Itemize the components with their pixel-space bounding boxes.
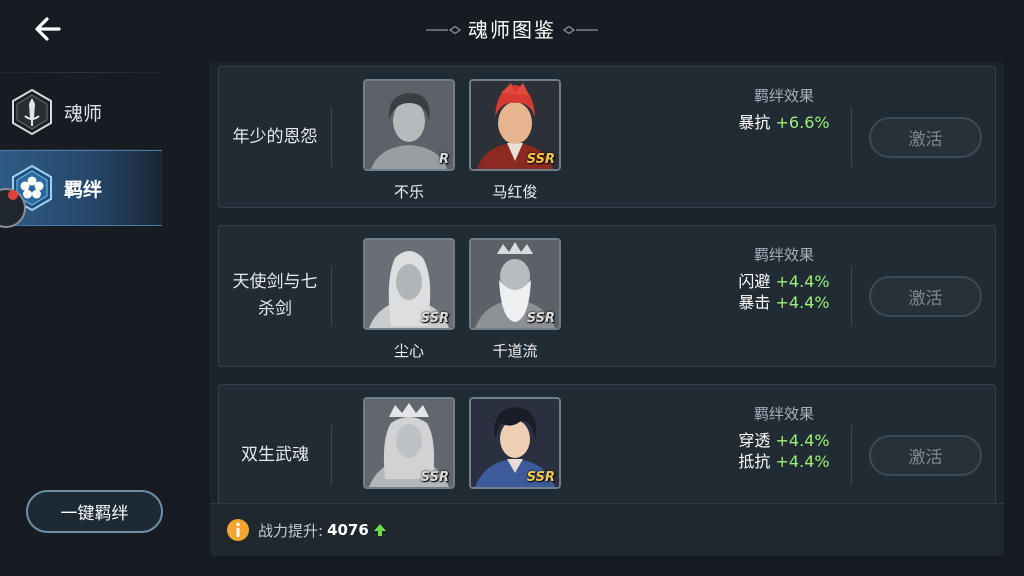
hero-name: 不乐 [393, 183, 424, 201]
effect-title: 羁绊效果 [753, 405, 814, 423]
effect-line: 暴击 +4.4% [719, 292, 849, 313]
activate-button[interactable]: 激活 [869, 435, 982, 476]
sidebar-item-label: 魂师 [64, 102, 103, 125]
effect-value: +4.4% [775, 293, 830, 312]
bond-effect: 羁绊效果 闪避 +4.4% 暴击 +4.4% [719, 244, 849, 313]
effect-line: 抵抗 +4.4% [719, 451, 849, 472]
effect-stat: 暴击 [738, 293, 771, 312]
bond-effect: 羁绊效果 穿透 +4.4% 抵抗 +4.4% [719, 403, 849, 472]
hero-card[interactable]: SSR [469, 397, 561, 489]
hero-portrait: R [363, 79, 455, 171]
notification-dot [8, 190, 18, 200]
sword-emblem-icon [12, 88, 52, 136]
info-icon[interactable] [226, 518, 250, 542]
hero-card[interactable]: R 不乐 [363, 79, 455, 202]
arrow-up-icon [373, 524, 386, 536]
effect-value: +4.4% [775, 272, 830, 291]
power-value: 4076 [327, 521, 369, 539]
effect-stat: 穿透 [738, 431, 771, 450]
hero-portrait: SSR [363, 397, 455, 489]
bond-effect: 羁绊效果 暴抗 +6.6% [719, 85, 849, 133]
effect-stat: 闪避 [738, 272, 771, 291]
effect-stat: 暴抗 [738, 113, 771, 132]
effect-value: +4.4% [775, 452, 830, 471]
rarity-badge: R [438, 152, 449, 167]
activate-button[interactable]: 激活 [869, 276, 982, 317]
rarity-badge: SSR [526, 311, 555, 326]
effect-line: 暴抗 +6.6% [719, 112, 849, 133]
bond-list-panel[interactable]: 年少的恩怨 R 不乐 SSR 马红俊 羁绊效果 暴抗 +6.6% 激活 天使剑与… [210, 62, 1004, 556]
effect-line: 穿透 +4.4% [719, 430, 849, 451]
effect-stat: 抵抗 [738, 452, 771, 471]
hero-card[interactable]: SSR 尘心 [363, 238, 455, 361]
power-increase-bar: 战力提升: 4076 [210, 503, 1004, 556]
bond-name: 年少的恩怨 [232, 126, 318, 147]
hero-portrait: SSR [469, 238, 561, 330]
effect-value: +4.4% [775, 431, 830, 450]
page-title: 魂师图鉴 [468, 18, 556, 42]
bond-card: 天使剑与七杀剑 SSR 尘心 SSR 千道流 羁绊效果 闪避 +4.4% 暴击 … [218, 225, 996, 367]
hero-name: 马红俊 [492, 183, 538, 201]
hero-card[interactable]: SSR 马红俊 [469, 79, 561, 202]
bond-name: 天使剑与七杀剑 [232, 272, 318, 319]
sidebar-item-label: 羁绊 [64, 178, 103, 201]
one-key-bond-button[interactable]: 一键羁绊 [26, 490, 163, 533]
rarity-badge: SSR [526, 470, 555, 485]
power-label: 战力提升: [258, 521, 324, 540]
rarity-badge: SSR [420, 470, 449, 485]
effect-line: 闪避 +4.4% [719, 271, 849, 292]
rarity-badge: SSR [420, 311, 449, 326]
hero-name: 千道流 [492, 342, 538, 360]
effect-title: 羁绊效果 [753, 87, 814, 105]
activate-button[interactable]: 激活 [869, 117, 982, 158]
hero-card[interactable]: SSR [363, 397, 455, 489]
hero-portrait: SSR [469, 397, 561, 489]
hero-name: 尘心 [393, 342, 424, 360]
hero-portrait: SSR [363, 238, 455, 330]
effect-title: 羁绊效果 [753, 246, 814, 264]
hero-card[interactable]: SSR 千道流 [469, 238, 561, 361]
sidebar-item-soul-master[interactable]: 魂师 [0, 74, 162, 150]
hero-portrait: SSR [469, 79, 561, 171]
rarity-badge: SSR [526, 152, 555, 167]
effect-value: +6.6% [775, 113, 830, 132]
title-ornament-right [562, 26, 598, 34]
bond-card: 年少的恩怨 R 不乐 SSR 马红俊 羁绊效果 暴抗 +6.6% 激活 [218, 66, 996, 208]
